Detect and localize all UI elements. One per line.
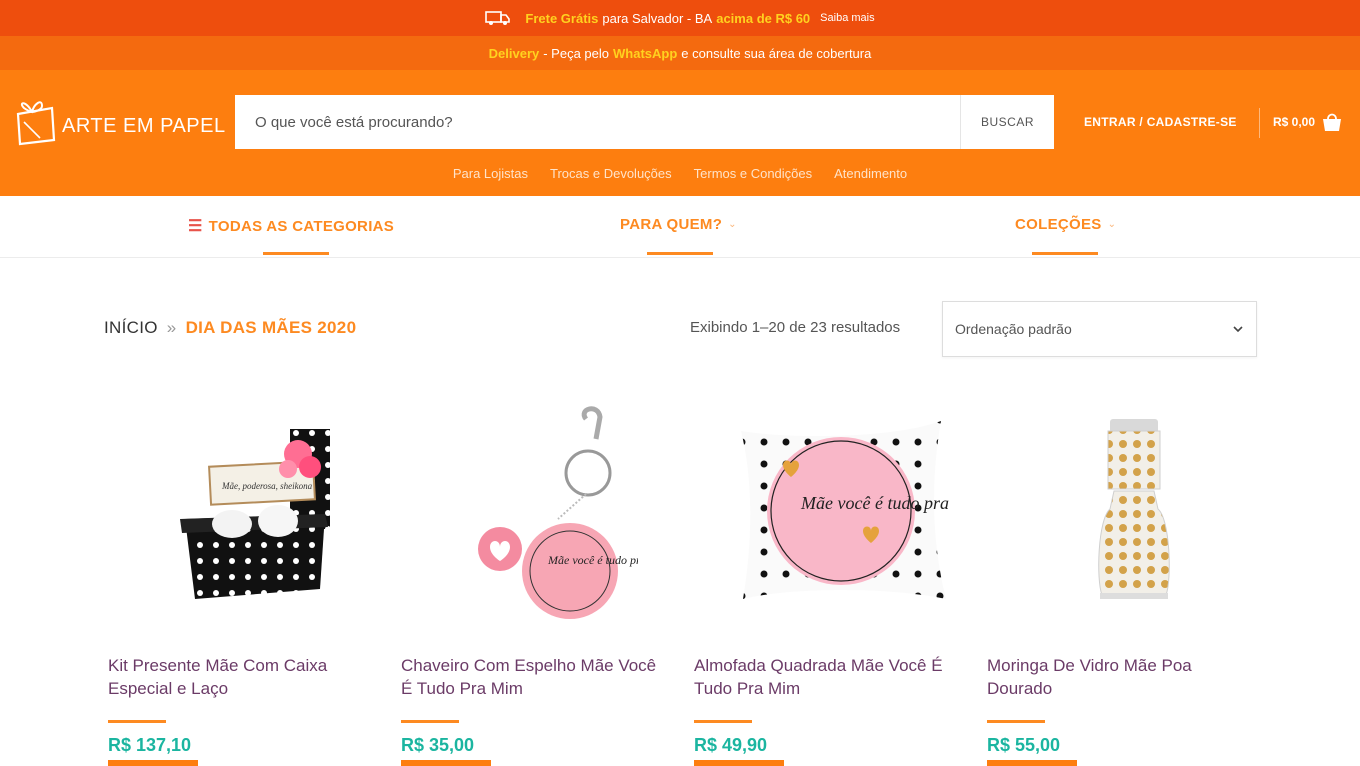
product-card[interactable]: Mãe, poderosa, sheikona Kit Presente Mãe… [108, 384, 401, 766]
breadcrumb-separator: » [166, 318, 177, 337]
chevron-down-icon: ⌄ [728, 219, 737, 230]
price-divider [401, 720, 459, 723]
shipping-min-text: acima de R$ 60 [716, 10, 811, 26]
delivery-announcement-bar: Delivery - Peça pelo WhatsApp e consulte… [0, 36, 1360, 70]
product-title[interactable]: Moringa De Vidro Mãe Poa Dourado [987, 654, 1257, 700]
add-to-cart-bar[interactable] [108, 760, 198, 766]
collections-menu[interactable]: COLEÇÕES ⌄ [1015, 216, 1116, 233]
for-whom-label: PARA QUEM? [620, 216, 723, 233]
gift-tag-text: Mãe, poderosa, sheikona [221, 481, 313, 491]
link-para-lojistas[interactable]: Para Lojistas [453, 166, 528, 181]
add-to-cart-bar[interactable] [987, 760, 1077, 766]
cart-button[interactable]: R$ 0,00 [1273, 112, 1343, 132]
product-price: R$ 49,90 [694, 735, 768, 755]
truck-icon [485, 11, 511, 25]
price-divider [987, 720, 1045, 723]
link-termos-condicoes[interactable]: Termos e Condições [694, 166, 813, 181]
logo[interactable]: ARTE EM PAPEL [12, 96, 226, 148]
all-categories-label: TODAS AS CATEGORIAS [208, 217, 395, 235]
product-image[interactable]: Mãe você é tudo pra mim [694, 384, 987, 634]
product-card[interactable]: Mãe você é tudo pra mim Almofada Quadrad… [694, 384, 987, 766]
all-categories-underline [263, 252, 329, 255]
add-to-cart-bar[interactable] [401, 760, 491, 766]
keychain-text: Mãe você é tudo pra mim [547, 553, 638, 567]
header-divider [1259, 108, 1260, 138]
sort-select[interactable]: Ordenação padrão [942, 301, 1257, 357]
keychain-image: Mãe você é tudo pra mim [477, 406, 638, 619]
link-atendimento[interactable]: Atendimento [834, 166, 907, 181]
collections-underline [1032, 252, 1098, 255]
add-to-cart-bar[interactable] [694, 760, 784, 766]
link-trocas-devolucoes[interactable]: Trocas e Devoluções [550, 166, 672, 181]
product-title[interactable]: Chaveiro Com Espelho Mãe Você É Tudo Pra… [401, 654, 671, 700]
delivery-text: Delivery [488, 45, 540, 61]
search-button[interactable]: BUSCAR [960, 95, 1054, 149]
sort-selected: Ordenação padrão [955, 321, 1072, 337]
chevron-down-icon: ⌄ [1107, 219, 1117, 230]
search-input[interactable] [235, 95, 960, 149]
product-title[interactable]: Almofada Quadrada Mãe Você É Tudo Pra Mi… [694, 654, 964, 700]
shipping-announcement-bar: Frete Grátis para Salvador - BA acima de… [0, 0, 1360, 36]
header-subnav: Para Lojistas Trocas e Devoluções Termos… [0, 166, 1360, 181]
learn-more-link[interactable]: Saiba mais [820, 12, 874, 24]
category-nav: ☰ TODAS AS CATEGORIAS PARA QUEM? ⌄ COLEÇ… [0, 196, 1360, 258]
product-price: R$ 137,10 [108, 735, 192, 755]
shipping-city-text: para Salvador - BA [602, 10, 713, 26]
site-header: ARTE EM PAPEL BUSCAR ENTRAR / CADASTRE-S… [0, 70, 1360, 196]
chevron-down-icon [1233, 326, 1243, 333]
whatsapp-link[interactable]: WhatsApp [613, 46, 677, 61]
product-price: R$ 35,00 [401, 735, 475, 755]
pillow-image: Mãe você é tudo pra mim [740, 421, 951, 599]
glass-carafe-image [1097, 419, 1170, 599]
search-bar: BUSCAR [235, 95, 1054, 149]
price-divider [694, 720, 752, 723]
menu-icon: ☰ [188, 218, 203, 235]
product-card[interactable]: Mãe você é tudo pra mim Chaveiro Com Esp… [401, 384, 694, 766]
breadcrumb: INÍCIO » DIA DAS MÃES 2020 [104, 318, 356, 338]
order-via-text: - Peça pelo [543, 45, 609, 61]
login-register-link[interactable]: ENTRAR / CADASTRE-SE [1084, 115, 1237, 129]
product-grid: Mãe, poderosa, sheikona Kit Presente Mãe… [108, 384, 1280, 766]
gift-kit-image: Mãe, poderosa, sheikona [179, 429, 330, 599]
product-image[interactable]: Mãe, poderosa, sheikona [108, 384, 401, 634]
all-categories-menu[interactable]: ☰ TODAS AS CATEGORIAS [188, 216, 394, 236]
for-whom-menu[interactable]: PARA QUEM? ⌄ [620, 216, 737, 233]
product-image[interactable]: Mãe você é tudo pra mim [401, 384, 694, 634]
product-title[interactable]: Kit Presente Mãe Com Caixa Especial e La… [108, 654, 378, 700]
price-divider [108, 720, 166, 723]
cart-total: R$ 0,00 [1273, 115, 1316, 129]
shop-toolbar: INÍCIO » DIA DAS MÃES 2020 Exibindo 1–20… [0, 258, 1360, 386]
product-card[interactable]: Moringa De Vidro Mãe Poa Dourado R$ 55,0… [987, 384, 1280, 766]
collections-label: COLEÇÕES [1015, 216, 1102, 233]
gift-bag-icon [16, 101, 56, 146]
breadcrumb-current: DIA DAS MÃES 2020 [185, 318, 357, 337]
logo-text: ARTE EM PAPEL [62, 114, 226, 137]
for-whom-underline [647, 252, 713, 255]
product-price: R$ 55,00 [987, 735, 1061, 755]
product-image[interactable] [987, 384, 1280, 634]
breadcrumb-home[interactable]: INÍCIO [104, 318, 158, 337]
free-shipping-text: Frete Grátis [525, 10, 599, 26]
coverage-text: e consulte sua área de cobertura [681, 45, 872, 61]
pillow-text: Mãe você é tudo pra mim [800, 493, 951, 513]
shopping-bag-icon [1323, 113, 1342, 131]
results-count: Exibindo 1–20 de 23 resultados [690, 319, 901, 336]
